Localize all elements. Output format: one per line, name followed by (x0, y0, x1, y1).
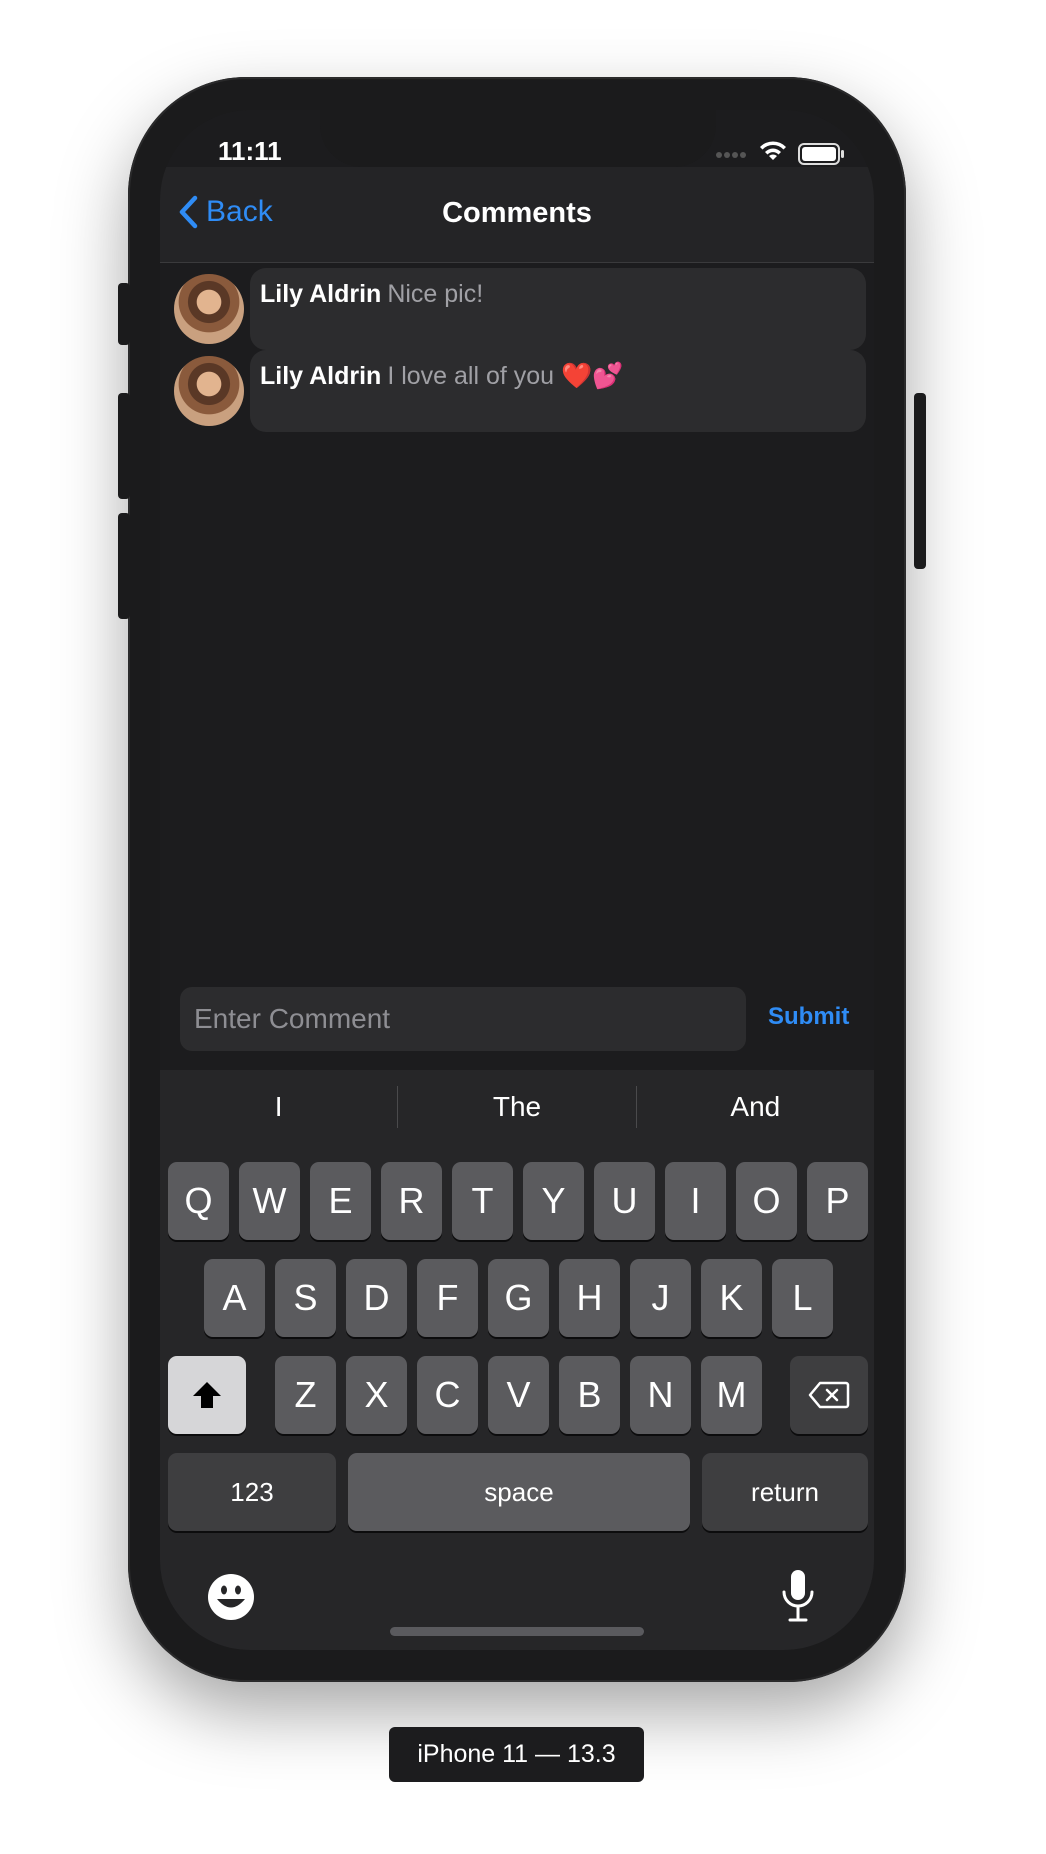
status-icons (716, 140, 844, 167)
avatar[interactable] (174, 356, 244, 426)
home-indicator[interactable] (390, 1627, 644, 1636)
navigation-bar: Back Comments (160, 167, 874, 263)
key-a[interactable]: A (204, 1259, 265, 1337)
key-l[interactable]: L (772, 1259, 833, 1337)
space-key[interactable]: space (348, 1453, 690, 1531)
key-g[interactable]: G (488, 1259, 549, 1337)
key-b[interactable]: B (559, 1356, 620, 1434)
key-p[interactable]: P (807, 1162, 868, 1240)
key-m[interactable]: M (701, 1356, 762, 1434)
shift-key[interactable] (168, 1356, 246, 1434)
delete-icon (808, 1381, 850, 1409)
key-t[interactable]: T (452, 1162, 513, 1240)
comment-bubble: Lily Aldrin Nice pic! (250, 268, 866, 350)
key-u[interactable]: U (594, 1162, 655, 1240)
return-key[interactable]: return (702, 1453, 868, 1531)
comment-input[interactable] (180, 987, 746, 1051)
emoji-icon[interactable] (206, 1572, 256, 1627)
suggestion-bar: I The And (160, 1084, 874, 1130)
key-s[interactable]: S (275, 1259, 336, 1337)
key-k[interactable]: K (701, 1259, 762, 1337)
suggestion-item[interactable]: The (398, 1084, 635, 1130)
key-v[interactable]: V (488, 1356, 549, 1434)
keyboard: I The And Q W E R T Y U I O P A S D F G … (160, 1070, 874, 1650)
silent-switch (118, 283, 130, 345)
key-q[interactable]: Q (168, 1162, 229, 1240)
comment-item: Lily Aldrin Nice pic! (160, 268, 874, 352)
microphone-icon[interactable] (780, 1568, 816, 1629)
avatar[interactable] (174, 274, 244, 344)
key-w[interactable]: W (239, 1162, 300, 1240)
suggestion-item[interactable]: And (637, 1084, 874, 1130)
device-label: iPhone 11 — 13.3 (389, 1727, 644, 1782)
notch (320, 110, 716, 167)
key-x[interactable]: X (346, 1356, 407, 1434)
comment-item: Lily Aldrin I love all of you ❤️💕 (160, 350, 874, 434)
battery-icon (798, 142, 844, 165)
volume-up-button (118, 393, 130, 499)
submit-button[interactable]: Submit (768, 1003, 849, 1031)
key-e[interactable]: E (310, 1162, 371, 1240)
phone-screen: 11:11 Back Comments Lily Aldrin Nice pic! (160, 110, 874, 1650)
cellular-signal-icon (716, 145, 748, 163)
comment-author[interactable]: Lily Aldrin (260, 362, 381, 390)
key-f[interactable]: F (417, 1259, 478, 1337)
volume-down-button (118, 513, 130, 619)
key-o[interactable]: O (736, 1162, 797, 1240)
power-button (914, 393, 926, 569)
key-i[interactable]: I (665, 1162, 726, 1240)
comment-text: Nice pic! (387, 280, 484, 308)
comment-bubble: Lily Aldrin I love all of you ❤️💕 (250, 350, 866, 432)
shift-icon (193, 1382, 221, 1408)
key-h[interactable]: H (559, 1259, 620, 1337)
key-n[interactable]: N (630, 1356, 691, 1434)
page-title: Comments (442, 197, 592, 229)
comment-text: I love all of you ❤️💕 (387, 362, 624, 390)
comment-author[interactable]: Lily Aldrin (260, 280, 381, 308)
key-d[interactable]: D (346, 1259, 407, 1337)
key-j[interactable]: J (630, 1259, 691, 1337)
key-c[interactable]: C (417, 1356, 478, 1434)
numbers-key[interactable]: 123 (168, 1453, 336, 1531)
key-y[interactable]: Y (523, 1162, 584, 1240)
key-r[interactable]: R (381, 1162, 442, 1240)
delete-key[interactable] (790, 1356, 868, 1434)
suggestion-item[interactable]: I (160, 1084, 397, 1130)
status-time: 11:11 (218, 136, 282, 166)
wifi-icon (758, 140, 788, 167)
key-z[interactable]: Z (275, 1356, 336, 1434)
comment-composer: Submit (160, 977, 874, 1067)
